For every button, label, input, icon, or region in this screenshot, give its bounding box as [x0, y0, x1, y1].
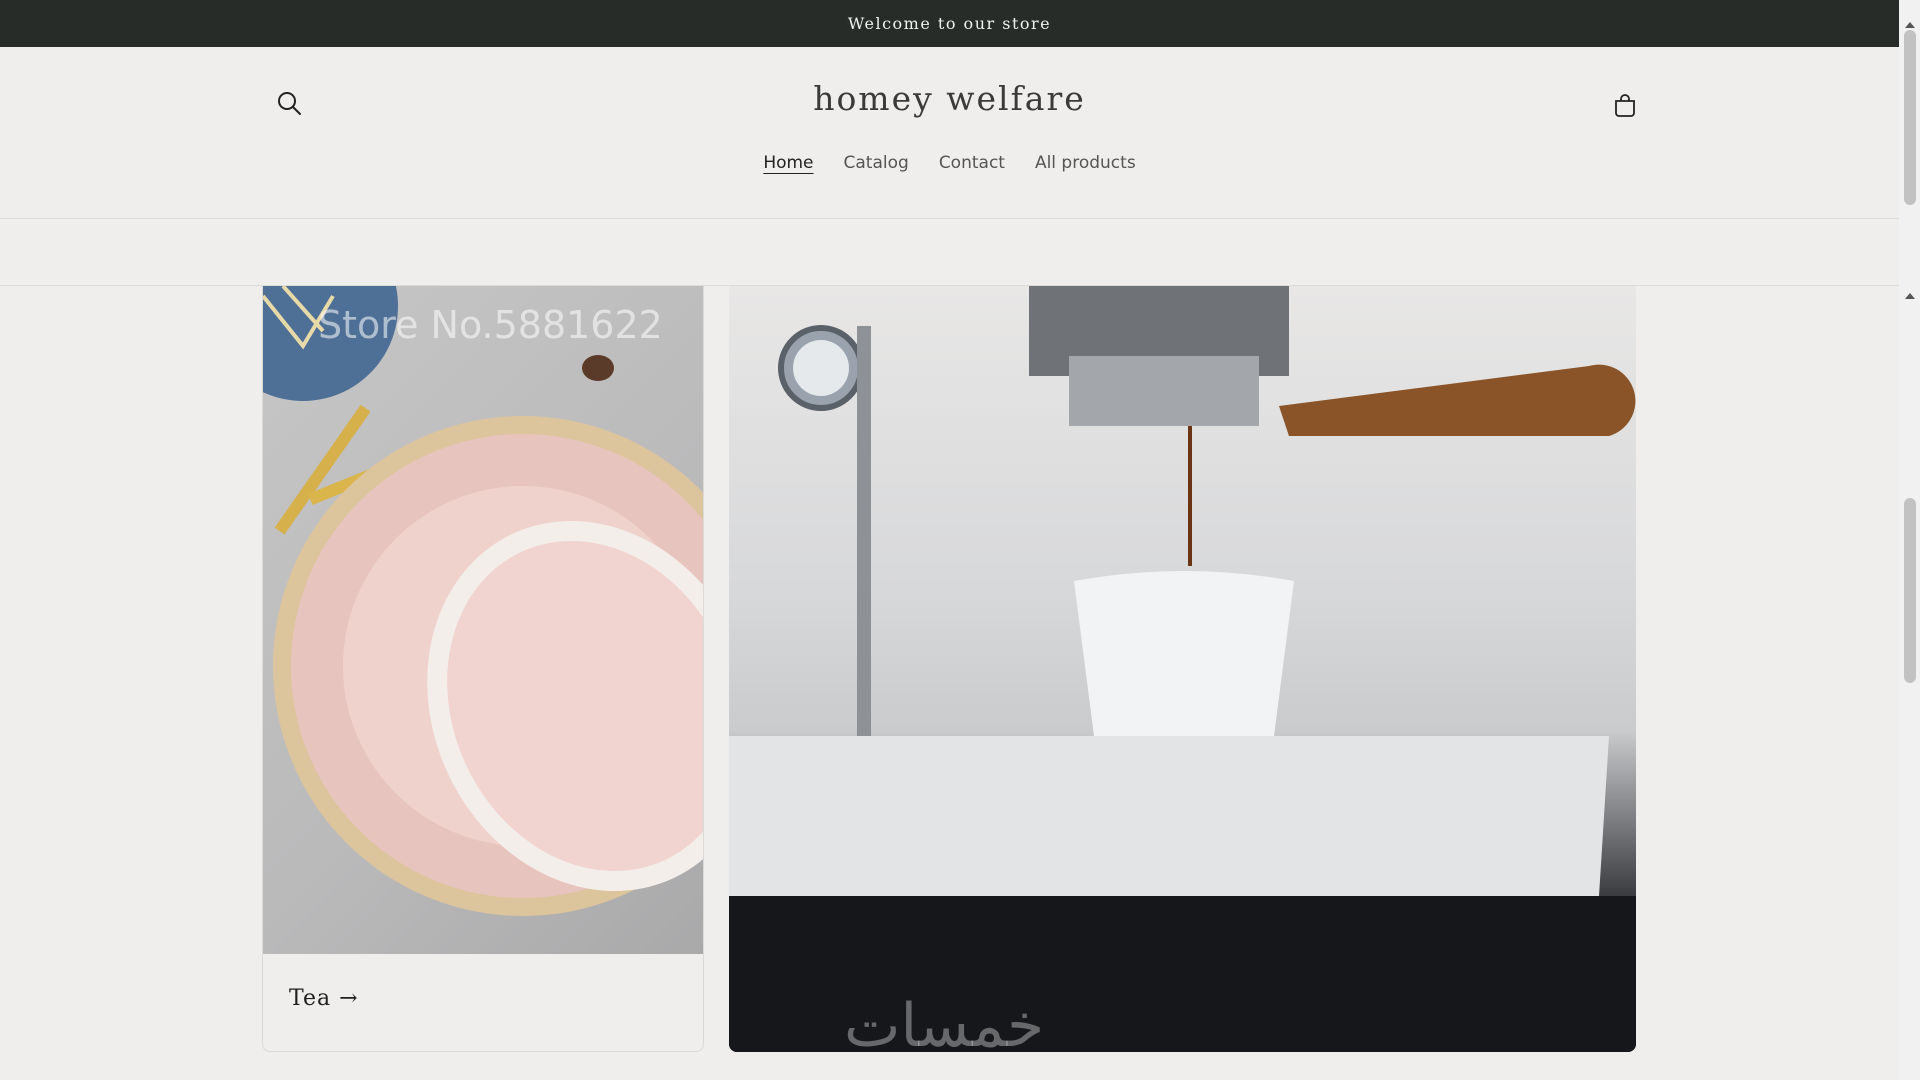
collection-card-coffee[interactable]: خمسات — [729, 286, 1636, 1052]
page-scrollbar[interactable] — [1899, 0, 1920, 1080]
tea-collection-link[interactable]: Tea → — [289, 986, 359, 1011]
announcement-text: Welcome to our store — [847, 14, 1052, 33]
scroll-up-arrow-icon-2[interactable] — [1905, 293, 1915, 299]
scroll-up-arrow-icon[interactable] — [1905, 22, 1915, 28]
collection-card-tea[interactable]: Store No.5881622 Tea → — [262, 286, 704, 1052]
announcement-bar: Welcome to our store — [0, 0, 1899, 47]
nav-contact[interactable]: Contact — [939, 153, 1005, 173]
cart-button[interactable] — [1604, 84, 1646, 126]
nav-all-products[interactable]: All products — [1035, 153, 1136, 173]
scroll-thumb[interactable] — [1904, 30, 1916, 205]
coffee-collection-image: خمسات — [729, 286, 1636, 1052]
header-divider-band — [0, 219, 1899, 286]
tea-collection-image: Store No.5881622 — [263, 286, 703, 954]
tea-image-watermark: Store No.5881622 — [318, 303, 663, 347]
cart-icon — [1615, 94, 1635, 117]
scroll-thumb-2[interactable] — [1904, 498, 1916, 683]
site-header: homey welfare Home Catalog Contact All p… — [0, 47, 1899, 219]
main-nav: Home Catalog Contact All products — [0, 153, 1899, 173]
coffee-image-watermark: خمسات — [844, 991, 1044, 1052]
nav-home[interactable]: Home — [763, 153, 813, 173]
nav-catalog[interactable]: Catalog — [844, 153, 909, 173]
